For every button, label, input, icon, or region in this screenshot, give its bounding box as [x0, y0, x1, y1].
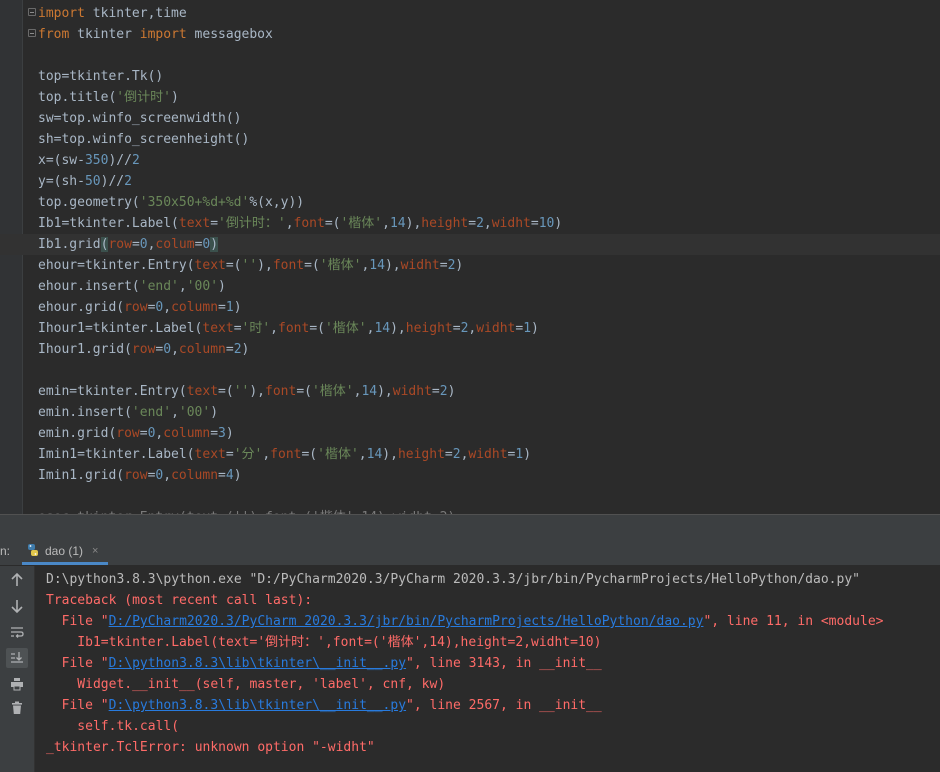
run-tab-bar: n: dao (1) × [0, 540, 940, 566]
console-line: self.tk.call( [46, 719, 180, 734]
code-line[interactable]: ehour.grid(row=0,column=1) [38, 297, 940, 318]
console-line: Widget.__init__(self, master, 'label', c… [46, 677, 446, 692]
code-line[interactable] [38, 360, 940, 381]
print-icon[interactable] [6, 674, 28, 694]
trash-icon[interactable] [6, 698, 28, 718]
code-line[interactable]: Ihour1=tkinter.Label(text='时',font=('楷体'… [38, 318, 940, 339]
code-lines: import tkinter,time from tkinter import m… [0, 3, 940, 486]
code-line[interactable]: import tkinter,time [38, 3, 940, 24]
close-icon[interactable]: × [92, 545, 98, 557]
code-line[interactable]: sh=top.winfo_screenheight() [38, 129, 940, 150]
editor-gutter [0, 0, 23, 514]
scroll-to-end-icon[interactable] [6, 648, 28, 668]
code-line[interactable]: top.title('倒计时') [38, 87, 940, 108]
code-line[interactable]: y=(sh-50)//2 [38, 171, 940, 192]
tab-label: dao (1) [45, 544, 84, 558]
code-line[interactable]: ehour.insert('end','00') [38, 276, 940, 297]
code-line[interactable]: Imin1=tkinter.Label(text='分',font=('楷体',… [38, 444, 940, 465]
code-line[interactable]: top=tkinter.Tk() [38, 66, 940, 87]
code-line[interactable]: Ib1=tkinter.Label(text='倒计时：',font=('楷体'… [38, 213, 940, 234]
code-line[interactable]: Ihour1.grid(row=0,column=2) [38, 339, 940, 360]
console-text: File " [46, 614, 109, 629]
code-line[interactable]: top.geometry('350x50+%d+%d'%(x,y)) [38, 192, 940, 213]
console-line: Traceback (most recent call last): [46, 593, 313, 608]
code-line[interactable]: x=(sw-350)//2 [38, 150, 940, 171]
file-link[interactable]: D:\python3.8.3\lib\tkinter\__init__.py [109, 698, 406, 713]
console-line: File "D:\python3.8.3\lib\tkinter\__init_… [46, 653, 602, 674]
code-line[interactable]: emin.insert('end','00') [38, 402, 940, 423]
code-line[interactable]: from tkinter import messagebox [38, 24, 940, 45]
code-line[interactable]: ehour=tkinter.Entry(text=(''),font=('楷体'… [38, 255, 940, 276]
file-link[interactable]: D:/PyCharm2020.3/PyCharm 2020.3.3/jbr/bi… [109, 614, 704, 629]
console-text: ", line 2567, in __init__ [406, 698, 602, 713]
code-line-partial: esec=tkinter.Entry(text=(''),font=('楷体',… [38, 506, 455, 514]
console-text: File " [46, 656, 109, 671]
code-line[interactable]: Imin1.grid(row=0,column=4) [38, 465, 940, 486]
console-line: Ib1=tkinter.Label(text='倒计时：',font=('楷体'… [46, 635, 602, 650]
console-text: File " [46, 698, 109, 713]
code-editor[interactable]: import tkinter,time from tkinter import m… [0, 0, 940, 514]
arrow-down-icon[interactable] [6, 596, 28, 616]
console-text: ", line 3143, in __init__ [406, 656, 602, 671]
tab-dao[interactable]: dao (1) × [22, 540, 109, 565]
run-toolbar [0, 566, 35, 772]
code-line[interactable] [38, 45, 940, 66]
console-line: D:\python3.8.3\python.exe "D:/PyCharm202… [46, 572, 860, 587]
console-line: File "D:\python3.8.3\lib\tkinter\__init_… [46, 695, 602, 716]
console-line: _tkinter.TclError: unknown option "-widh… [46, 740, 375, 755]
console-text: ", line 11, in <module> [703, 614, 884, 629]
code-line[interactable]: emin=tkinter.Entry(text=(''),font=('楷体',… [38, 381, 940, 402]
fold-marker-icon[interactable] [28, 29, 36, 37]
code-line[interactable]: emin.grid(row=0,column=3) [38, 423, 940, 444]
code-line[interactable]: sw=top.winfo_screenwidth() [38, 108, 940, 129]
fold-marker-icon[interactable] [28, 8, 36, 16]
run-panel-label: n: [0, 544, 11, 558]
console-line: File "D:/PyCharm2020.3/PyCharm 2020.3.3/… [46, 611, 884, 632]
python-icon [26, 543, 40, 560]
soft-wrap-icon[interactable] [6, 622, 28, 642]
panel-divider[interactable] [0, 514, 940, 541]
console-output[interactable]: D:\python3.8.3\python.exe "D:/PyCharm202… [35, 566, 940, 772]
code-line[interactable]: Ib1.grid(row=0,colum=0) [0, 234, 940, 255]
file-link[interactable]: D:\python3.8.3\lib\tkinter\__init__.py [109, 656, 406, 671]
arrow-up-icon[interactable] [6, 570, 28, 590]
